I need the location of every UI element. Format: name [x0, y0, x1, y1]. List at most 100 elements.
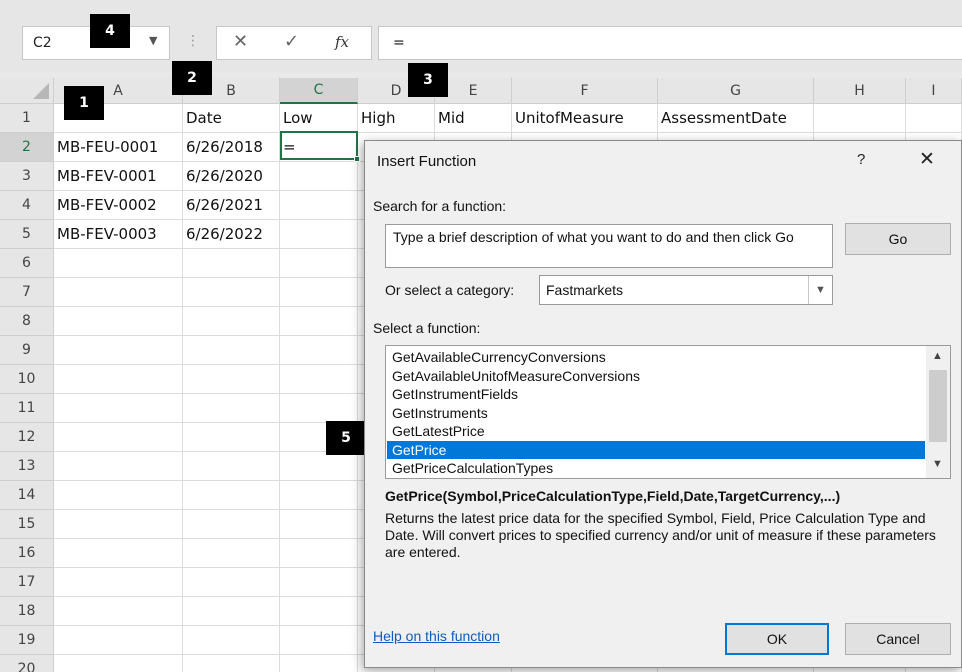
cell-c10[interactable]	[280, 365, 358, 394]
cell-b11[interactable]	[183, 394, 280, 423]
cell-c3[interactable]	[280, 162, 358, 191]
row-header-1[interactable]: 1	[0, 104, 54, 133]
cell-g1[interactable]: AssessmentDate	[658, 104, 814, 133]
cell-c18[interactable]	[280, 597, 358, 626]
cell-b1[interactable]: Date	[183, 104, 280, 133]
cell-c6[interactable]	[280, 249, 358, 278]
cell-c15[interactable]	[280, 510, 358, 539]
row-header-20[interactable]: 20	[0, 655, 54, 672]
cell-b12[interactable]	[183, 423, 280, 452]
column-header-h[interactable]: H	[814, 78, 906, 104]
column-header-f[interactable]: F	[512, 78, 658, 104]
help-icon[interactable]: ?	[857, 151, 865, 168]
cell-b17[interactable]	[183, 568, 280, 597]
row-header-16[interactable]: 16	[0, 539, 54, 568]
row-header-12[interactable]: 12	[0, 423, 54, 452]
scroll-up-icon[interactable]: ▲	[932, 350, 943, 362]
column-header-c[interactable]: C	[280, 78, 358, 104]
function-item[interactable]: GetInstrumentFields	[387, 385, 925, 404]
cell-c8[interactable]	[280, 307, 358, 336]
cell-a17[interactable]	[54, 568, 183, 597]
cell-b14[interactable]	[183, 481, 280, 510]
function-item[interactable]: GetAvailableCurrencyConversions	[387, 348, 925, 367]
cell-c7[interactable]	[280, 278, 358, 307]
cell-a3[interactable]: MB-FEV-0001	[54, 162, 183, 191]
row-header-5[interactable]: 5	[0, 220, 54, 249]
row-header-15[interactable]: 15	[0, 510, 54, 539]
cell-b3[interactable]: 6/26/2020	[183, 162, 280, 191]
help-on-function-link[interactable]: Help on this function	[373, 628, 500, 644]
cell-a16[interactable]	[54, 539, 183, 568]
ok-button[interactable]: OK	[725, 623, 829, 655]
cell-a4[interactable]: MB-FEV-0002	[54, 191, 183, 220]
cell-a2[interactable]: MB-FEU-0001	[54, 133, 183, 162]
scroll-thumb[interactable]	[929, 370, 947, 442]
cell-a20[interactable]	[54, 655, 183, 672]
row-header-10[interactable]: 10	[0, 365, 54, 394]
cell-c4[interactable]	[280, 191, 358, 220]
cell-c19[interactable]	[280, 626, 358, 655]
cell-b4[interactable]: 6/26/2021	[183, 191, 280, 220]
fill-handle[interactable]	[354, 156, 360, 162]
cell-b7[interactable]	[183, 278, 280, 307]
cell-h1[interactable]	[814, 104, 906, 133]
cell-a9[interactable]	[54, 336, 183, 365]
column-header-g[interactable]: G	[658, 78, 814, 104]
cell-b5[interactable]: 6/26/2022	[183, 220, 280, 249]
cell-a5[interactable]: MB-FEV-0003	[54, 220, 183, 249]
cell-i1[interactable]	[906, 104, 962, 133]
cell-a15[interactable]	[54, 510, 183, 539]
function-list[interactable]: GetAvailableCurrencyConversions GetAvaila…	[385, 345, 951, 479]
select-all-corner[interactable]	[0, 78, 54, 104]
cell-b10[interactable]	[183, 365, 280, 394]
cell-b13[interactable]	[183, 452, 280, 481]
row-header-19[interactable]: 19	[0, 626, 54, 655]
cell-c17[interactable]	[280, 568, 358, 597]
function-item[interactable]: GetPriceCalculationTypes	[387, 459, 925, 478]
row-header-6[interactable]: 6	[0, 249, 54, 278]
cell-b19[interactable]	[183, 626, 280, 655]
insert-function-icon[interactable]: fx	[335, 33, 349, 51]
cell-c16[interactable]	[280, 539, 358, 568]
cell-b6[interactable]	[183, 249, 280, 278]
cell-a10[interactable]	[54, 365, 183, 394]
row-header-9[interactable]: 9	[0, 336, 54, 365]
scroll-down-icon[interactable]: ▼	[932, 458, 943, 470]
enter-check-icon[interactable]: ✓	[284, 31, 299, 52]
category-select[interactable]: Fastmarkets ▼	[539, 275, 833, 305]
row-header-7[interactable]: 7	[0, 278, 54, 307]
cell-b15[interactable]	[183, 510, 280, 539]
function-item[interactable]: GetLatestPrice	[387, 422, 925, 441]
row-header-3[interactable]: 3	[0, 162, 54, 191]
row-header-8[interactable]: 8	[0, 307, 54, 336]
cell-a7[interactable]	[54, 278, 183, 307]
cell-b20[interactable]	[183, 655, 280, 672]
column-header-i[interactable]: I	[906, 78, 962, 104]
cell-a18[interactable]	[54, 597, 183, 626]
function-item[interactable]: GetAvailableUnitofMeasureConversions	[387, 367, 925, 386]
cell-b18[interactable]	[183, 597, 280, 626]
cell-a14[interactable]	[54, 481, 183, 510]
row-header-18[interactable]: 18	[0, 597, 54, 626]
row-header-2[interactable]: 2	[0, 133, 54, 162]
cell-c2[interactable]: =	[280, 133, 358, 162]
cell-c5[interactable]	[280, 220, 358, 249]
chevron-down-icon[interactable]: ▼	[808, 276, 832, 304]
chevron-down-icon[interactable]: ▼	[149, 34, 157, 47]
cell-b16[interactable]	[183, 539, 280, 568]
cell-b9[interactable]	[183, 336, 280, 365]
cell-c14[interactable]	[280, 481, 358, 510]
row-header-17[interactable]: 17	[0, 568, 54, 597]
cell-f1[interactable]: UnitofMeasure	[512, 104, 658, 133]
cell-c9[interactable]	[280, 336, 358, 365]
go-button[interactable]: Go	[845, 223, 951, 255]
cell-a13[interactable]	[54, 452, 183, 481]
cell-b2[interactable]: 6/26/2018	[183, 133, 280, 162]
function-item[interactable]: GetPrice	[387, 440, 925, 459]
cell-a19[interactable]	[54, 626, 183, 655]
cell-d1[interactable]: High	[358, 104, 435, 133]
formula-input[interactable]: =	[378, 26, 962, 60]
cell-c13[interactable]	[280, 452, 358, 481]
row-header-4[interactable]: 4	[0, 191, 54, 220]
cell-a8[interactable]	[54, 307, 183, 336]
